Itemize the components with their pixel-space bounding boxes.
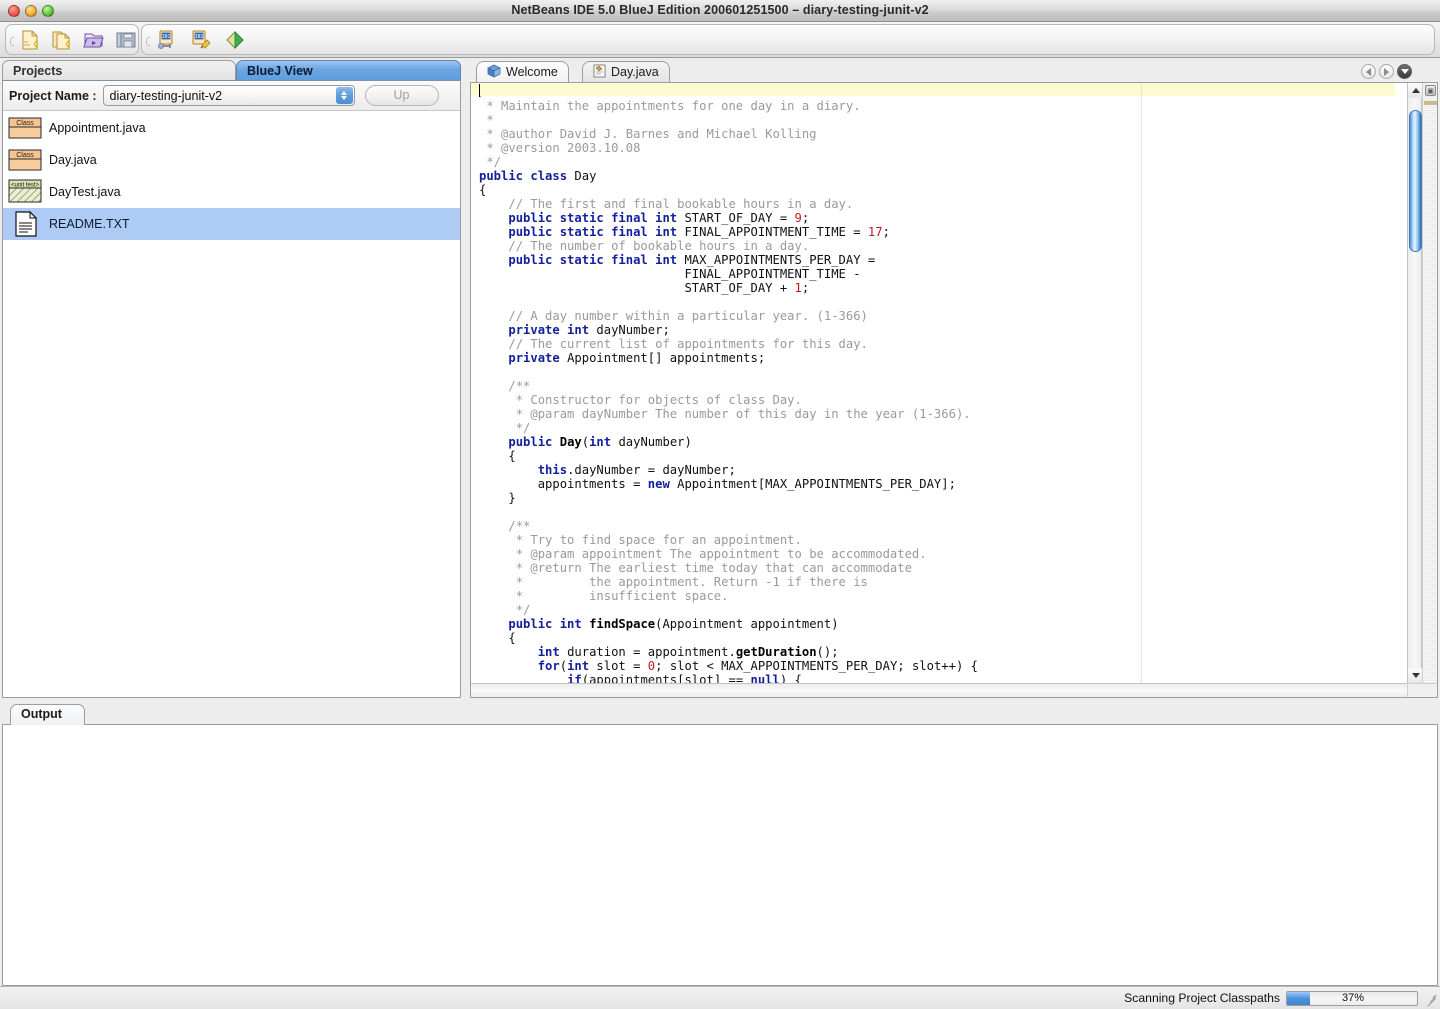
list-item-label: DayTest.java <box>49 185 121 199</box>
svg-text:101: 101 <box>194 34 203 40</box>
tab-projects[interactable]: Projects <box>2 60 236 81</box>
list-item[interactable]: README.TXT <box>3 208 460 240</box>
list-item-label: README.TXT <box>49 217 130 231</box>
tab-list-dropdown-button[interactable] <box>1397 64 1412 79</box>
annotation-glyph-icon[interactable]: ▣ <box>1425 85 1436 96</box>
tab-scroll-right-button[interactable] <box>1379 64 1394 79</box>
welcome-icon <box>487 64 501 81</box>
editor-tab-navigation <box>1361 64 1412 79</box>
class-icon: Class <box>3 147 47 173</box>
left-panel-tabstrip: Projects BlueJ View <box>2 60 461 81</box>
scrollbar-corner <box>1407 683 1437 697</box>
window-resize-handle[interactable] <box>1422 990 1438 1007</box>
new-file-button[interactable] <box>18 28 42 52</box>
window-title: NetBeans IDE 5.0 BlueJ Edition 200601251… <box>511 3 929 17</box>
current-line-highlight <box>471 83 1395 96</box>
list-item[interactable]: Class Appointment.java <box>3 112 460 144</box>
application-window: NetBeans IDE 5.0 BlueJ Edition 200601251… <box>0 0 1440 1009</box>
scroll-down-arrow-icon[interactable] <box>1408 668 1423 683</box>
left-panel: Projects BlueJ View Project Name : diary… <box>2 60 461 698</box>
list-item[interactable]: Class Day.java <box>3 144 460 176</box>
project-selector-row: Project Name : diary-testing-junit-v2 Up <box>3 81 460 111</box>
editor-annotation-strip[interactable]: ▣ <box>1422 83 1437 683</box>
project-name-label: Project Name : <box>9 88 97 103</box>
run-project-button[interactable] <box>222 28 248 52</box>
file-list: Class Appointment.java Class Day.java <u… <box>3 112 460 240</box>
tab-label: Day.java <box>611 65 659 79</box>
scroll-up-arrow-icon[interactable] <box>1408 83 1423 98</box>
up-button[interactable]: Up <box>364 85 439 106</box>
tab-output[interactable]: Output <box>10 704 85 725</box>
unit-test-icon: <unit test> <box>3 178 47 206</box>
tab-bluej-view[interactable]: BlueJ View <box>236 60 461 81</box>
annotation-mark[interactable] <box>1424 101 1437 105</box>
class-icon: Class <box>3 115 47 141</box>
status-bar: Scanning Project Classpaths 37% <box>0 986 1440 1009</box>
tab-welcome[interactable]: Welcome <box>476 61 569 83</box>
output-content[interactable] <box>2 724 1438 986</box>
code-text-viewport[interactable]: /** * Maintain the appointments for one … <box>471 83 1395 683</box>
window-titlebar: NetBeans IDE 5.0 BlueJ Edition 200601251… <box>0 0 1440 22</box>
code-editor-area[interactable]: /** * Maintain the appointments for one … <box>470 82 1438 698</box>
toolbar-group-build: 101 101 <box>141 24 1435 55</box>
list-item-label: Day.java <box>49 153 97 167</box>
svg-text:<unit test>: <unit test> <box>11 183 40 189</box>
list-item-label: Appointment.java <box>49 121 146 135</box>
svg-text:Class: Class <box>16 152 34 159</box>
text-file-icon <box>3 210 47 238</box>
tab-day-java[interactable]: Day.java <box>582 61 670 83</box>
main-toolbar: 101 101 <box>0 22 1440 58</box>
svg-text:Class: Class <box>16 120 34 127</box>
bluej-view-body: Project Name : diary-testing-junit-v2 Up <box>2 80 461 698</box>
editor-tabstrip: Welcome Day.java <box>470 60 1438 83</box>
toolbar-group-file <box>5 24 139 55</box>
tab-scroll-left-button[interactable] <box>1361 64 1376 79</box>
source-code[interactable]: /** * Maintain the appointments for one … <box>471 83 1395 683</box>
svg-text:101: 101 <box>161 34 170 40</box>
right-margin-guide <box>1141 83 1142 683</box>
editor-vertical-scrollbar[interactable] <box>1407 83 1423 683</box>
clean-and-build-button[interactable]: 101 <box>188 28 214 52</box>
tab-label: Welcome <box>506 65 558 79</box>
save-all-button[interactable] <box>114 28 138 52</box>
scrollbar-thumb[interactable] <box>1409 110 1422 253</box>
open-project-button[interactable] <box>82 28 106 52</box>
project-name-combobox[interactable]: diary-testing-junit-v2 <box>102 85 355 106</box>
editor-panel: Welcome Day.java * Maintain the appointm… <box>470 60 1438 698</box>
list-item[interactable]: <unit test> DayTest.java <box>3 176 460 208</box>
project-name-value: diary-testing-junit-v2 <box>109 88 223 103</box>
editor-horizontal-scrollbar[interactable] <box>471 683 1407 697</box>
new-project-button[interactable] <box>50 28 74 52</box>
progress-bar: 37% <box>1286 990 1418 1006</box>
java-file-icon <box>593 64 606 81</box>
progress-bar-label: 37% <box>1341 991 1365 1004</box>
build-project-button[interactable]: 101 <box>154 28 180 52</box>
text-caret <box>479 84 480 97</box>
output-panel: Output <box>2 704 1438 986</box>
status-message: Scanning Project Classpaths <box>1124 991 1280 1005</box>
stepper-arrows-icon[interactable] <box>335 87 353 104</box>
